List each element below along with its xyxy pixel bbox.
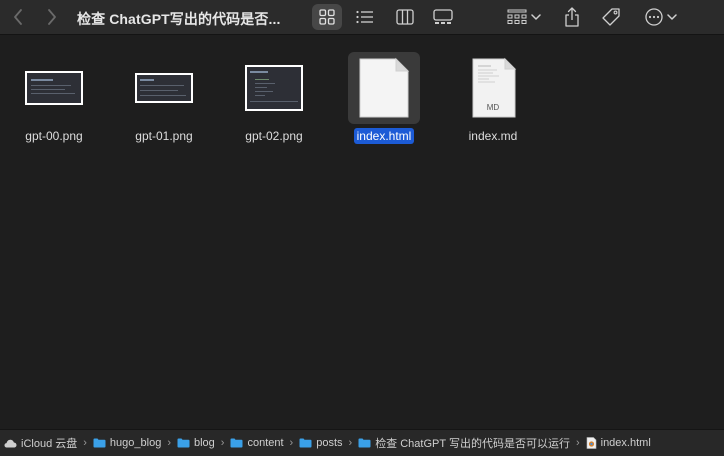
path-item-posts[interactable]: posts [299,437,343,449]
screenshot-preview [247,67,301,109]
gallery-icon [433,9,453,24]
path-bar: iCloud 云盘 › hugo_blog › blog › content ›… [0,429,724,456]
path-item-label: content [247,437,284,449]
file-item[interactable]: MD index.md [443,52,543,144]
path-item-blog[interactable]: blog [177,437,215,449]
file-thumbnail [348,52,420,124]
more-actions-button[interactable] [640,4,682,30]
file-item[interactable]: gpt-02.png [224,52,324,144]
file-badge: MD [486,102,500,112]
folder-icon [230,438,243,448]
path-separator: › [83,437,87,449]
share-button[interactable] [558,4,586,30]
folder-icon [358,438,371,448]
screenshot-preview [137,75,191,101]
chevron-left-icon [14,9,22,25]
chevron-right-icon [48,9,56,25]
file-thumbnail [238,52,310,124]
file-item-selected[interactable]: index.html [334,52,434,144]
path-separator: › [167,437,171,449]
toolbar: 检查 ChatGPT写出的代码是否... [0,0,724,35]
file-item[interactable]: gpt-01.png [114,52,214,144]
screenshot-preview [27,73,81,103]
path-item-label: posts [316,437,343,449]
columns-icon [396,9,414,25]
share-icon [565,7,579,27]
list-icon [356,10,373,24]
tag-icon [602,8,620,26]
back-button[interactable] [8,6,28,28]
path-separator: › [348,437,353,449]
forward-button[interactable] [42,6,62,28]
window-title: 检查 ChatGPT写出的代码是否... [77,11,281,27]
file-name: gpt-01.png [135,129,193,143]
file-name: gpt-00.png [25,129,83,143]
image-thumbnail [25,71,83,105]
cloud-icon [4,439,17,448]
chevron-down-icon [531,14,541,20]
path-separator: › [220,437,225,449]
view-icons-button[interactable] [312,4,342,30]
image-thumbnail [135,73,193,103]
file-name: gpt-02.png [245,129,303,143]
path-item-hugo-blog[interactable]: hugo_blog [93,437,161,449]
path-item-icloud[interactable]: iCloud 云盘 [4,435,77,451]
html-file-icon [586,437,597,449]
path-item-index-html[interactable]: index.html [586,437,651,449]
path-item-label: hugo_blog [109,437,162,449]
path-item-label: index.html [600,437,651,449]
view-list-button[interactable] [350,4,380,30]
file-item[interactable]: gpt-00.png [4,52,104,144]
chevron-down-icon [667,14,677,20]
grid-icon [319,9,335,25]
file-name: index.html [353,128,415,144]
folder-icon [177,438,190,448]
path-separator: › [289,437,294,449]
folder-icon [93,438,106,448]
tags-button[interactable] [596,4,626,30]
file-thumbnail: MD [457,52,529,124]
path-item-label: 检查 ChatGPT 写出的代码是否可以运行 [375,438,570,450]
path-item-content[interactable]: content [230,437,284,449]
file-thumbnail [18,52,90,124]
path-item-label: iCloud 云盘 [21,438,78,450]
ellipsis-circle-icon [645,8,663,26]
path-item-label: blog [193,437,215,449]
group-grid-icon [507,9,527,24]
image-thumbnail [245,65,303,111]
view-gallery-button[interactable] [428,4,458,30]
file-name: index.md [468,129,518,143]
view-columns-button[interactable] [390,4,420,30]
file-grid: gpt-00.png gpt-01.png gpt-02.png index.h… [0,36,724,428]
file-thumbnail [128,52,200,124]
html-document-icon [359,57,410,118]
path-item-post-folder[interactable]: 检查 ChatGPT 写出的代码是否可以运行 [358,435,570,451]
path-separator: › [575,437,580,449]
group-by-button[interactable] [503,4,545,30]
folder-icon [299,438,312,448]
